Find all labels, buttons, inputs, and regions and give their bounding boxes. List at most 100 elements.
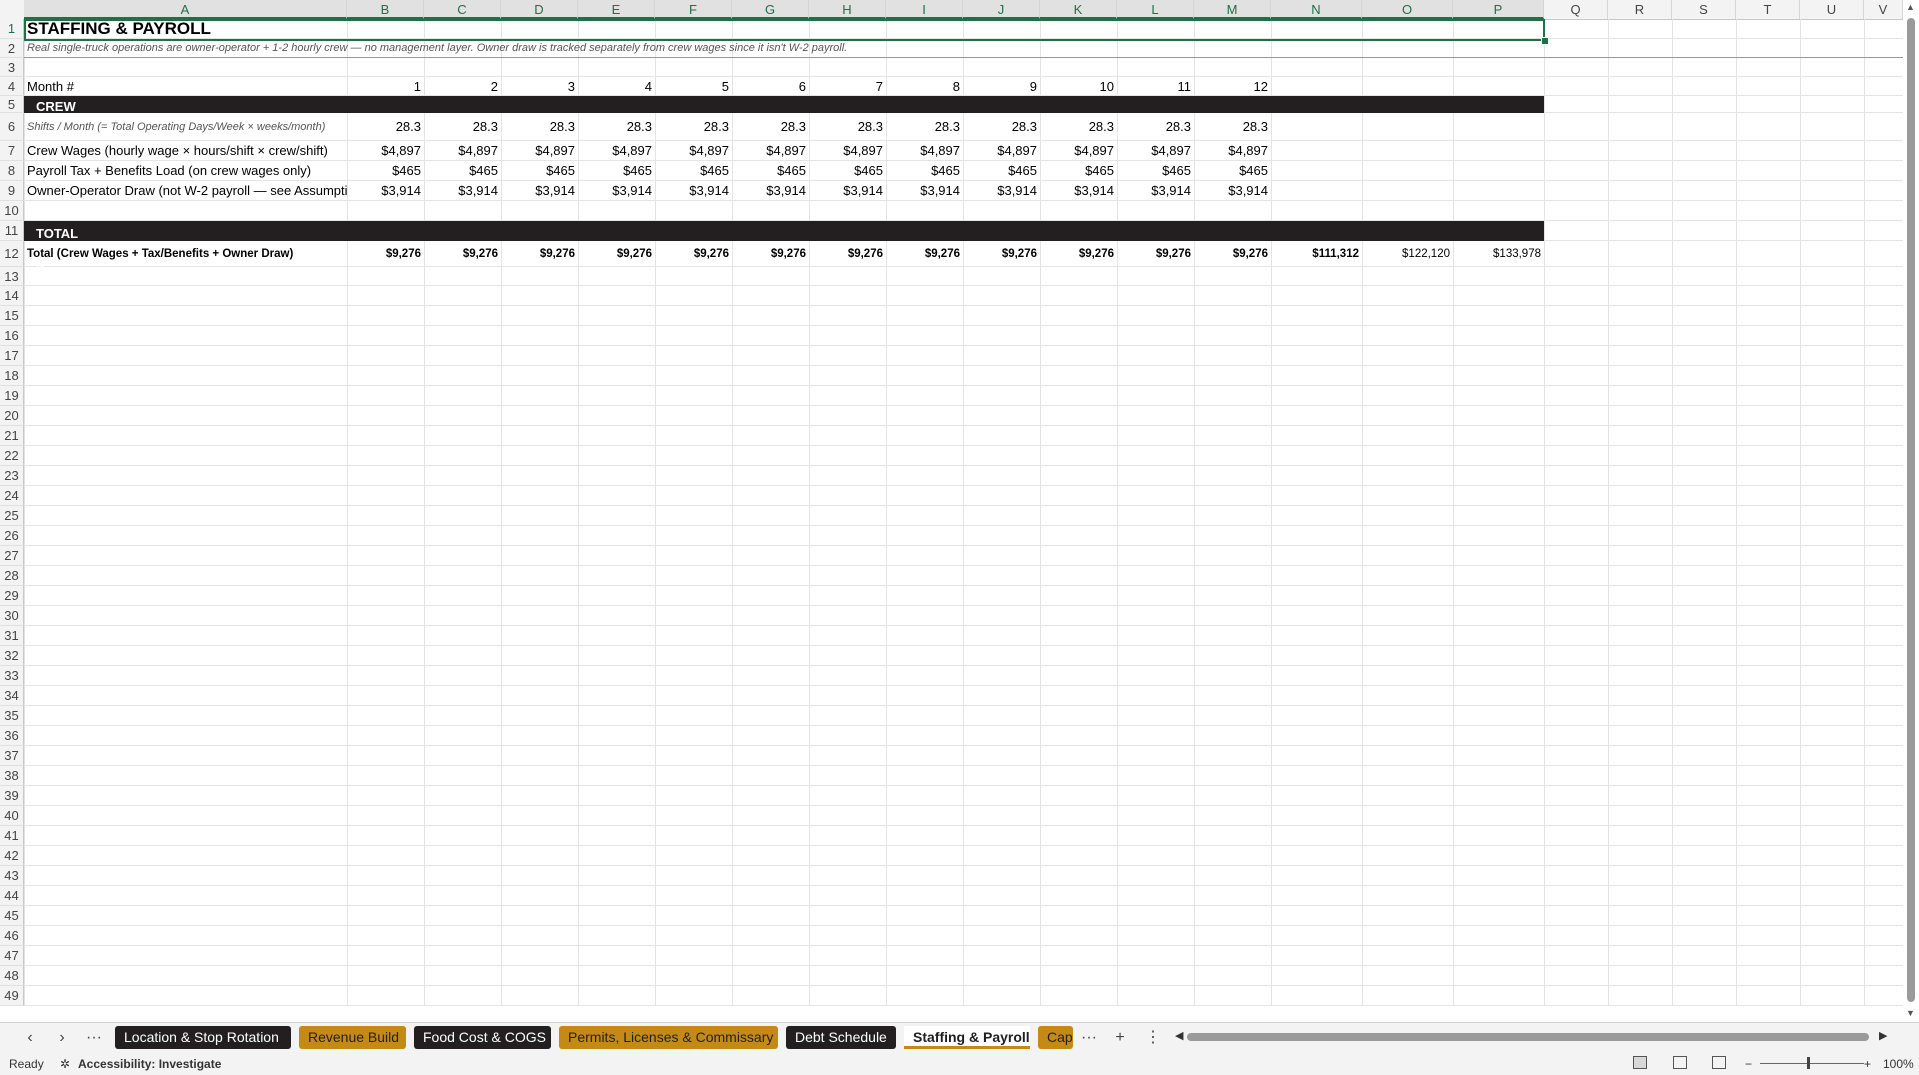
owner-draw-value-cell[interactable]: $3,914 — [347, 181, 424, 201]
crew-wages-value-cell[interactable]: $4,897 — [655, 141, 732, 161]
accessibility-icon[interactable]: ✲ — [60, 1057, 70, 1071]
row-header-20[interactable]: 20 — [0, 406, 24, 426]
total-value-cell[interactable]: $9,276 — [1194, 241, 1271, 267]
shifts-value-cell[interactable]: 28.3 — [655, 113, 732, 141]
row-header-13[interactable]: 13 — [0, 267, 24, 286]
horizontal-scroll-thumb[interactable] — [1187, 1033, 1869, 1041]
column-header-g[interactable]: G — [732, 0, 809, 19]
zoom-out-button[interactable]: − — [1745, 1057, 1752, 1071]
month-number-cell[interactable]: 5 — [655, 77, 732, 96]
row-header-35[interactable]: 35 — [0, 706, 24, 726]
column-header-p[interactable]: P — [1453, 0, 1544, 19]
select-all-corner[interactable] — [0, 0, 25, 19]
owner-draw-value-cell[interactable]: $3,914 — [1040, 181, 1117, 201]
column-header-t[interactable]: T — [1736, 0, 1800, 19]
crew-wages-value-cell[interactable]: $4,897 — [424, 141, 501, 161]
row-header-42[interactable]: 42 — [0, 846, 24, 866]
row-header-5[interactable]: 5 — [0, 96, 24, 113]
row-header-41[interactable]: 41 — [0, 826, 24, 846]
owner-draw-value-cell[interactable]: $3,914 — [886, 181, 963, 201]
column-header-i[interactable]: I — [886, 0, 963, 19]
row-header-29[interactable]: 29 — [0, 586, 24, 606]
shifts-value-cell[interactable]: 28.3 — [1040, 113, 1117, 141]
month-number-cell[interactable]: 12 — [1194, 77, 1271, 96]
shifts-label-cell[interactable]: Shifts / Month (= Total Operating Days/W… — [24, 113, 347, 141]
row-header-3[interactable]: 3 — [0, 58, 24, 77]
column-header-n[interactable]: N — [1271, 0, 1362, 19]
shifts-value-cell[interactable]: 28.3 — [1194, 113, 1271, 141]
total-value-cell[interactable]: $9,276 — [424, 241, 501, 267]
scroll-right-icon[interactable]: ▶ — [1879, 1029, 1887, 1042]
vertical-scrollbar[interactable]: ▲ ▼ — [1903, 0, 1919, 1022]
horizontal-scrollbar[interactable]: ◀ ▶ — [1175, 1029, 1889, 1042]
sheet-tab-staffing-payroll[interactable]: Staffing & Payroll — [904, 1026, 1030, 1049]
total-year3-cell[interactable]: $133,978 — [1453, 241, 1544, 267]
month-number-cell[interactable]: 8 — [886, 77, 963, 96]
row-header-4[interactable]: 4 — [0, 77, 24, 96]
shifts-value-cell[interactable]: 28.3 — [424, 113, 501, 141]
row-header-38[interactable]: 38 — [0, 766, 24, 786]
row-header-19[interactable]: 19 — [0, 386, 24, 406]
crew-wages-value-cell[interactable]: $4,897 — [732, 141, 809, 161]
payroll-tax-value-cell[interactable]: $465 — [1194, 161, 1271, 181]
total-value-cell[interactable]: $9,276 — [501, 241, 578, 267]
row-header-10[interactable]: 10 — [0, 201, 24, 221]
more-sheets-left-icon[interactable]: ··· — [84, 1027, 104, 1049]
normal-view-icon[interactable] — [1633, 1056, 1647, 1069]
row-header-22[interactable]: 22 — [0, 446, 24, 466]
sheet-tab-permits-licenses-commissary[interactable]: Permits, Licenses & Commissary — [559, 1026, 778, 1049]
sheet-tab-location-stop-rotation[interactable]: Location & Stop Rotation — [115, 1026, 291, 1049]
month-number-cell[interactable]: 1 — [347, 77, 424, 96]
month-number-cell[interactable]: 7 — [809, 77, 886, 96]
column-header-h[interactable]: H — [809, 0, 886, 19]
row-header-25[interactable]: 25 — [0, 506, 24, 526]
crew-wages-value-cell[interactable]: $4,897 — [809, 141, 886, 161]
shifts-value-cell[interactable]: 28.3 — [886, 113, 963, 141]
payroll-tax-value-cell[interactable]: $465 — [578, 161, 655, 181]
sheet-options-icon[interactable]: ⋮ — [1143, 1027, 1163, 1049]
payroll-tax-value-cell[interactable]: $465 — [347, 161, 424, 181]
crew-wages-value-cell[interactable]: $4,897 — [501, 141, 578, 161]
scroll-up-icon[interactable]: ▲ — [1906, 2, 1915, 12]
payroll-tax-value-cell[interactable]: $465 — [501, 161, 578, 181]
shifts-value-cell[interactable]: 28.3 — [501, 113, 578, 141]
total-value-cell[interactable]: $9,276 — [578, 241, 655, 267]
row-header-8[interactable]: 8 — [0, 161, 24, 181]
column-header-f[interactable]: F — [655, 0, 732, 19]
row-header-43[interactable]: 43 — [0, 866, 24, 886]
total-value-cell[interactable]: $9,276 — [732, 241, 809, 267]
payroll-tax-value-cell[interactable]: $465 — [424, 161, 501, 181]
column-header-c[interactable]: C — [424, 0, 501, 19]
row-header-45[interactable]: 45 — [0, 906, 24, 926]
page-layout-view-icon[interactable] — [1673, 1056, 1687, 1069]
column-header-v[interactable]: V — [1864, 0, 1903, 19]
shifts-value-cell[interactable]: 28.3 — [963, 113, 1040, 141]
row-header-36[interactable]: 36 — [0, 726, 24, 746]
row-header-14[interactable]: 14 — [0, 286, 24, 306]
payroll-tax-value-cell[interactable]: $465 — [963, 161, 1040, 181]
row-header-26[interactable]: 26 — [0, 526, 24, 546]
column-header-a[interactable]: A — [24, 0, 347, 19]
owner-draw-value-cell[interactable]: $3,914 — [578, 181, 655, 201]
owner-draw-value-cell[interactable]: $3,914 — [501, 181, 578, 201]
selected-range[interactable] — [24, 19, 1545, 41]
page-break-view-icon[interactable] — [1712, 1056, 1726, 1069]
month-number-cell[interactable]: 11 — [1117, 77, 1194, 96]
next-sheet-icon[interactable]: › — [52, 1027, 72, 1049]
crew-wages-value-cell[interactable]: $4,897 — [578, 141, 655, 161]
row-header-31[interactable]: 31 — [0, 626, 24, 646]
spreadsheet-area[interactable]: A B C D E F G H I J K L M N O P Q R S T U V 1 2 3 4 5 6 7 8 9 10 11 12 13 1… — [0, 0, 1919, 1022]
row-header-46[interactable]: 46 — [0, 926, 24, 946]
owner-draw-value-cell[interactable]: $3,914 — [1194, 181, 1271, 201]
owner-draw-value-cell[interactable]: $3,914 — [1117, 181, 1194, 201]
month-number-cell[interactable]: 3 — [501, 77, 578, 96]
month-label-cell[interactable]: Month # — [24, 77, 347, 96]
sheet-tab-food-cost-cogs[interactable]: Food Cost & COGS — [414, 1026, 551, 1049]
payroll-tax-value-cell[interactable]: $465 — [1040, 161, 1117, 181]
column-header-l[interactable]: L — [1117, 0, 1194, 19]
owner-draw-value-cell[interactable]: $3,914 — [963, 181, 1040, 201]
total-value-cell[interactable]: $9,276 — [347, 241, 424, 267]
crew-wages-value-cell[interactable]: $4,897 — [886, 141, 963, 161]
owner-draw-value-cell[interactable]: $3,914 — [655, 181, 732, 201]
fill-handle[interactable] — [1541, 37, 1549, 45]
